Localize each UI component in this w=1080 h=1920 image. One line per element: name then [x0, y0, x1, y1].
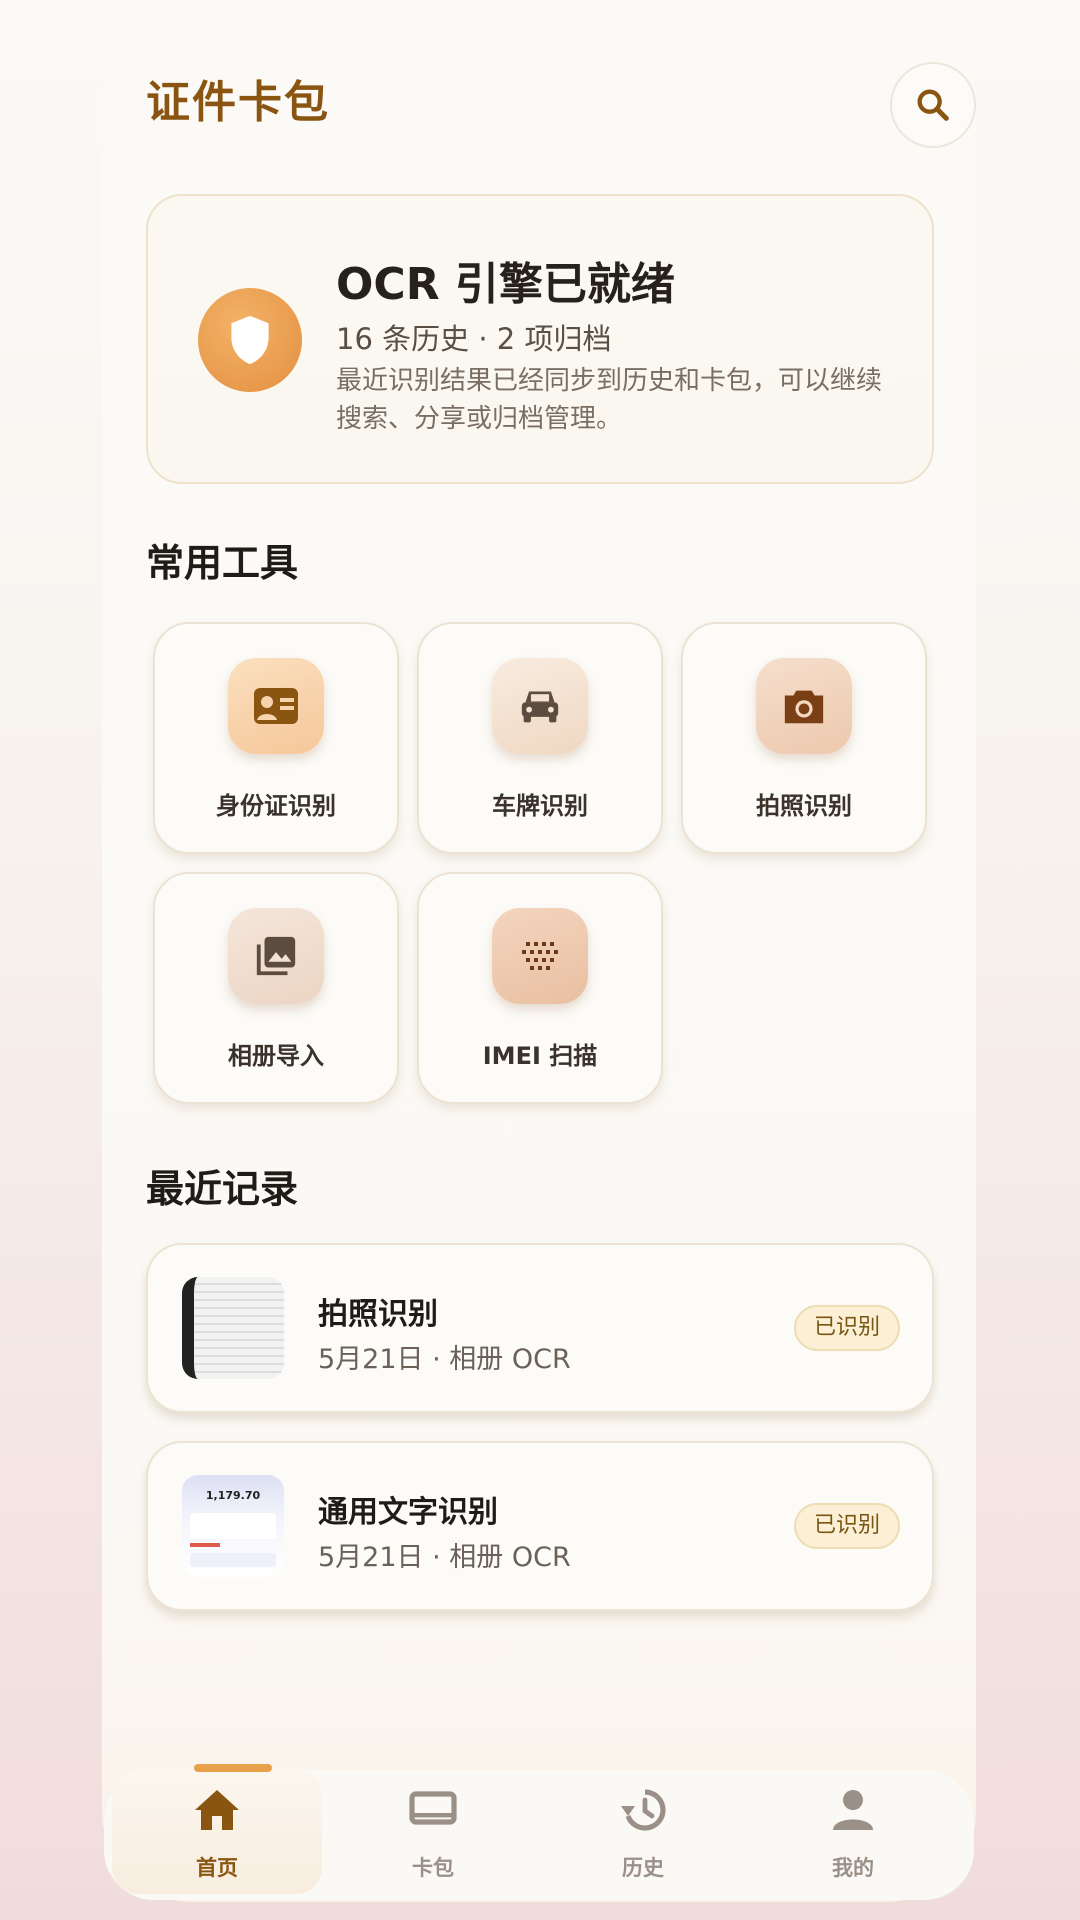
record-title: 通用文字识别 — [318, 1495, 498, 1530]
id-card-icon — [228, 658, 324, 754]
photo-library-icon — [228, 908, 324, 1004]
status-badge: 已识别 — [793, 1305, 900, 1351]
tool-license-plate[interactable]: 车牌识别 — [417, 622, 663, 854]
person-icon — [833, 1790, 873, 1830]
camera-icon — [756, 658, 852, 754]
bottom-tab-bar: 首页 卡包 历史 我的 — [104, 1764, 974, 1900]
tab-cards[interactable]: 卡包 — [328, 1770, 538, 1894]
tab-history[interactable]: 历史 — [538, 1770, 748, 1894]
home-icon — [195, 1790, 239, 1830]
tab-profile[interactable]: 我的 — [748, 1770, 958, 1894]
shield-badge — [198, 288, 302, 392]
app-header: 证件卡包 — [146, 62, 976, 172]
record-thumbnail — [182, 1277, 284, 1379]
status-description: 最近识别结果已经同步到历史和卡包，可以继续搜索、分享或归档管理。 — [336, 366, 883, 434]
thumb-amount: 1,179.70 — [205, 1489, 261, 1502]
tab-label: 首页 — [196, 1856, 238, 1880]
record-title: 拍照识别 — [318, 1297, 438, 1332]
search-icon — [917, 89, 949, 121]
status-subtitle: 16 条历史 · 2 项归档 — [336, 322, 612, 356]
card-icon — [409, 1791, 457, 1825]
record-meta: 5月21日 · 相册 OCR — [318, 1542, 571, 1573]
tab-label: 卡包 — [412, 1856, 454, 1880]
tab-label: 历史 — [622, 1856, 664, 1880]
tool-album-import[interactable]: 相册导入 — [153, 872, 399, 1104]
record-item[interactable]: 1,179.70 通用文字识别 5月21日 · 相册 OCR 已识别 — [146, 1441, 934, 1611]
tab-label: 我的 — [832, 1856, 874, 1880]
history-icon — [621, 1789, 666, 1831]
page-title: 证件卡包 — [146, 77, 330, 128]
active-tab-indicator — [194, 1764, 272, 1772]
tool-imei-scan[interactable]: IMEI 扫描 — [417, 872, 663, 1104]
ocr-status-card: OCR 引擎已就绪 16 条历史 · 2 项归档 最近识别结果已经同步到历史和卡… — [146, 194, 934, 484]
tool-label: 拍照识别 — [756, 792, 852, 820]
dot-grid-icon — [492, 908, 588, 1004]
tool-label: 相册导入 — [228, 1042, 324, 1070]
car-icon — [492, 658, 588, 754]
tool-label: 车牌识别 — [492, 792, 588, 820]
tool-id-card[interactable]: 身份证识别 — [153, 622, 399, 854]
status-title: OCR 引擎已就绪 — [336, 259, 675, 310]
tools-section-title: 常用工具 — [146, 541, 299, 585]
tool-label: IMEI 扫描 — [482, 1042, 598, 1070]
status-badge: 已识别 — [793, 1503, 900, 1549]
tab-home[interactable]: 首页 — [112, 1764, 322, 1894]
search-button[interactable] — [890, 62, 976, 148]
records-section-title: 最近记录 — [146, 1167, 299, 1211]
tool-label: 身份证识别 — [216, 792, 336, 820]
record-meta: 5月21日 · 相册 OCR — [318, 1344, 571, 1375]
tool-photo-ocr[interactable]: 拍照识别 — [681, 622, 927, 854]
shield-icon — [231, 315, 269, 365]
record-thumbnail: 1,179.70 — [182, 1475, 284, 1577]
record-item[interactable]: 拍照识别 5月21日 · 相册 OCR 已识别 — [146, 1243, 934, 1413]
